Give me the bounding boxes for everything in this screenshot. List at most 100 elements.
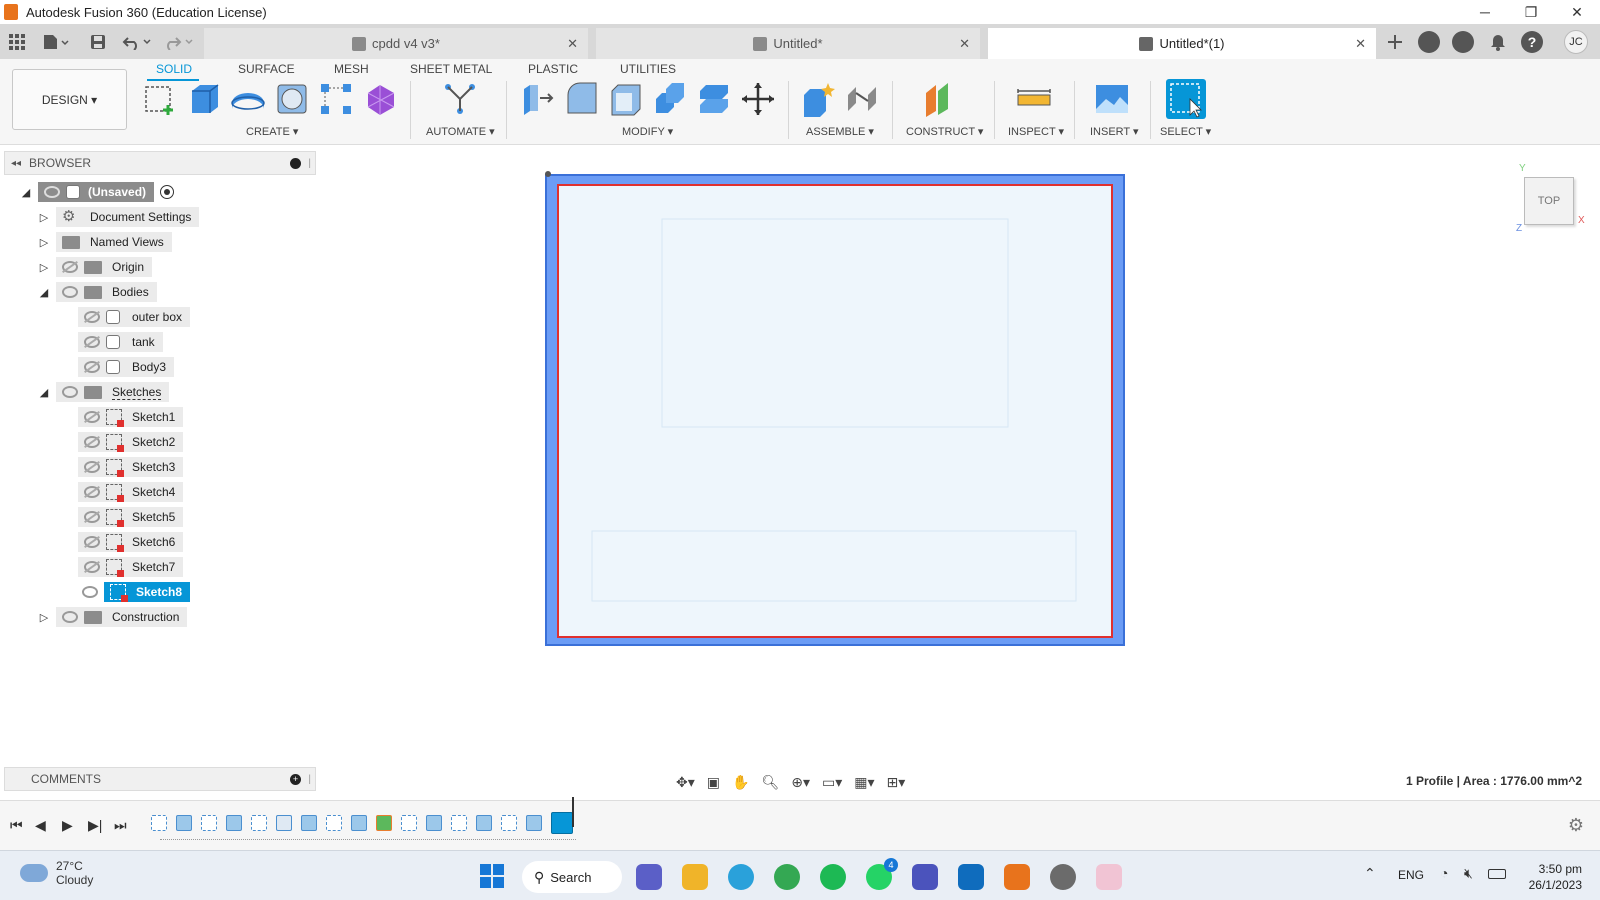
- inspect-menu[interactable]: INSPECT ▾: [1008, 125, 1064, 138]
- extrude-box-icon[interactable]: [186, 81, 222, 117]
- user-avatar[interactable]: JC: [1564, 30, 1588, 54]
- redo-icon[interactable]: [162, 24, 196, 59]
- weather-widget[interactable]: 27°C Cloudy: [20, 859, 93, 887]
- new-tab-plus-icon[interactable]: [1384, 31, 1406, 53]
- timeline-extrude-feature[interactable]: [176, 815, 192, 831]
- look-at-icon[interactable]: ▣: [707, 774, 720, 791]
- hidden-eye-icon[interactable]: [84, 536, 100, 548]
- workspace-switcher-button[interactable]: DESIGN ▾: [12, 69, 127, 130]
- automate-icon[interactable]: [442, 81, 478, 117]
- collapse-triangle-icon[interactable]: ◢: [38, 386, 50, 399]
- snipping-tool-icon[interactable]: [1096, 864, 1122, 890]
- offset-plane-icon[interactable]: [922, 81, 958, 117]
- tree-item-body[interactable]: outer box: [78, 307, 191, 327]
- viewcube-top-face[interactable]: TOP: [1524, 177, 1574, 225]
- panel-resize-handle[interactable]: |: [308, 158, 311, 169]
- panel-resize-handle[interactable]: |: [308, 774, 311, 785]
- expand-triangle-icon[interactable]: ▷: [38, 236, 50, 249]
- hole-icon[interactable]: [274, 81, 310, 117]
- tree-item-sketch[interactable]: Sketch6: [78, 532, 184, 552]
- tree-item-body[interactable]: tank: [78, 332, 163, 352]
- fusion-360-icon[interactable]: [1004, 864, 1030, 890]
- go-to-end-icon[interactable]: ⏭: [114, 817, 127, 834]
- telegram-icon[interactable]: [728, 864, 754, 890]
- expand-triangle-icon[interactable]: ▷: [38, 211, 50, 224]
- hidden-eye-icon[interactable]: [84, 511, 100, 523]
- form-icon[interactable]: [362, 81, 398, 117]
- hidden-eye-icon[interactable]: [84, 361, 100, 373]
- visibility-eye-icon[interactable]: [62, 611, 78, 623]
- tab-utilities[interactable]: UTILITIES: [620, 62, 676, 76]
- tree-item-document-settings[interactable]: ▷ ⚙ Document Settings: [38, 207, 200, 227]
- select-menu[interactable]: SELECT ▾: [1160, 125, 1211, 138]
- automate-menu[interactable]: AUTOMATE ▾: [426, 125, 495, 138]
- collapse-triangle-icon[interactable]: ◢: [20, 186, 32, 199]
- timeline-shell-feature[interactable]: [276, 815, 292, 831]
- revolve-icon[interactable]: [230, 81, 266, 117]
- visibility-eye-icon[interactable]: [44, 186, 60, 198]
- hidden-eye-icon[interactable]: [62, 261, 78, 273]
- split-body-icon[interactable]: [696, 81, 732, 117]
- notifications-bell-icon[interactable]: [1487, 31, 1509, 53]
- tree-item-sketch[interactable]: Sketch1: [78, 407, 184, 427]
- hidden-eye-icon[interactable]: [84, 486, 100, 498]
- minimize-button[interactable]: ─: [1462, 0, 1508, 24]
- timeline-extrude-feature[interactable]: [426, 815, 442, 831]
- teams-chat-icon[interactable]: [636, 864, 662, 890]
- tree-item-sketch[interactable]: Sketch5: [78, 507, 184, 527]
- tab-close-icon[interactable]: ✕: [1355, 36, 1366, 52]
- play-icon[interactable]: ▶: [62, 817, 73, 834]
- close-button[interactable]: ✕: [1554, 0, 1600, 24]
- timeline-settings-gear-icon[interactable]: ⚙: [1568, 815, 1584, 836]
- insert-menu[interactable]: INSERT ▾: [1090, 125, 1139, 138]
- tree-item-sketch-selected[interactable]: Sketch8: [78, 582, 191, 602]
- browser-panel-header[interactable]: ◂◂ BROWSER |: [4, 151, 316, 175]
- tab-mesh[interactable]: MESH: [334, 62, 369, 76]
- timeline-extrude-feature[interactable]: [301, 815, 317, 831]
- measure-icon[interactable]: [1016, 81, 1052, 117]
- tree-item-sketches[interactable]: ◢ Sketches: [38, 382, 170, 402]
- spotify-icon[interactable]: [820, 864, 846, 890]
- select-icon[interactable]: [1166, 79, 1206, 119]
- visibility-eye-icon[interactable]: [82, 586, 98, 598]
- tab-untitled[interactable]: Untitled* ✕: [596, 28, 980, 59]
- tree-item-sketch[interactable]: Sketch7: [78, 557, 184, 577]
- show-hidden-icons-chevron-icon[interactable]: ⌃: [1364, 865, 1376, 882]
- tree-item-bodies[interactable]: ◢ Bodies: [38, 282, 157, 302]
- combine-icon[interactable]: [652, 81, 688, 117]
- expand-triangle-icon[interactable]: ▷: [38, 611, 50, 624]
- hidden-eye-icon[interactable]: [84, 461, 100, 473]
- move-copy-icon[interactable]: [740, 81, 776, 117]
- orbit-icon[interactable]: ✥▾: [676, 774, 695, 791]
- timeline-sketch-feature[interactable]: [251, 815, 267, 831]
- timeline-extrude-feature[interactable]: [226, 815, 242, 831]
- design-viewport[interactable]: TOP Y X Z: [318, 145, 1600, 785]
- extensions-icon[interactable]: [1418, 31, 1440, 53]
- tree-item-sketch[interactable]: Sketch4: [78, 482, 184, 502]
- viewports-icon[interactable]: ⊞▾: [887, 774, 906, 791]
- tree-root[interactable]: ◢ (Unsaved): [20, 182, 175, 202]
- chrome-icon[interactable]: [774, 864, 800, 890]
- tab-untitled-1[interactable]: Untitled*(1) ✕: [988, 28, 1376, 59]
- step-forward-icon[interactable]: ▶|: [88, 817, 102, 834]
- tab-surface[interactable]: SURFACE: [238, 62, 295, 76]
- timeline-extrude-feature[interactable]: [351, 815, 367, 831]
- timeline-extrude-feature[interactable]: [526, 815, 542, 831]
- comments-panel-header[interactable]: COMMENTS + |: [4, 767, 316, 791]
- display-settings-icon[interactable]: ▭▾: [822, 774, 842, 791]
- restore-button[interactable]: ❐: [1508, 0, 1554, 24]
- tree-item-sketch[interactable]: Sketch2: [78, 432, 184, 452]
- new-component-icon[interactable]: [800, 81, 836, 117]
- whatsapp-icon[interactable]: 4: [866, 858, 898, 890]
- tab-close-icon[interactable]: ✕: [567, 36, 578, 52]
- go-to-start-icon[interactable]: ⏮: [10, 817, 23, 834]
- volume-muted-icon[interactable]: 🔇︎: [1464, 865, 1473, 882]
- shell-icon[interactable]: [608, 81, 644, 117]
- timeline-marker[interactable]: [572, 797, 574, 827]
- battery-icon[interactable]: [1488, 869, 1506, 879]
- pan-hand-icon[interactable]: ✋: [732, 774, 749, 791]
- hidden-eye-icon[interactable]: [84, 336, 100, 348]
- windows-start-icon[interactable]: [480, 864, 504, 888]
- file-explorer-icon[interactable]: [682, 864, 708, 890]
- wifi-icon[interactable]: ◔: [1440, 865, 1448, 881]
